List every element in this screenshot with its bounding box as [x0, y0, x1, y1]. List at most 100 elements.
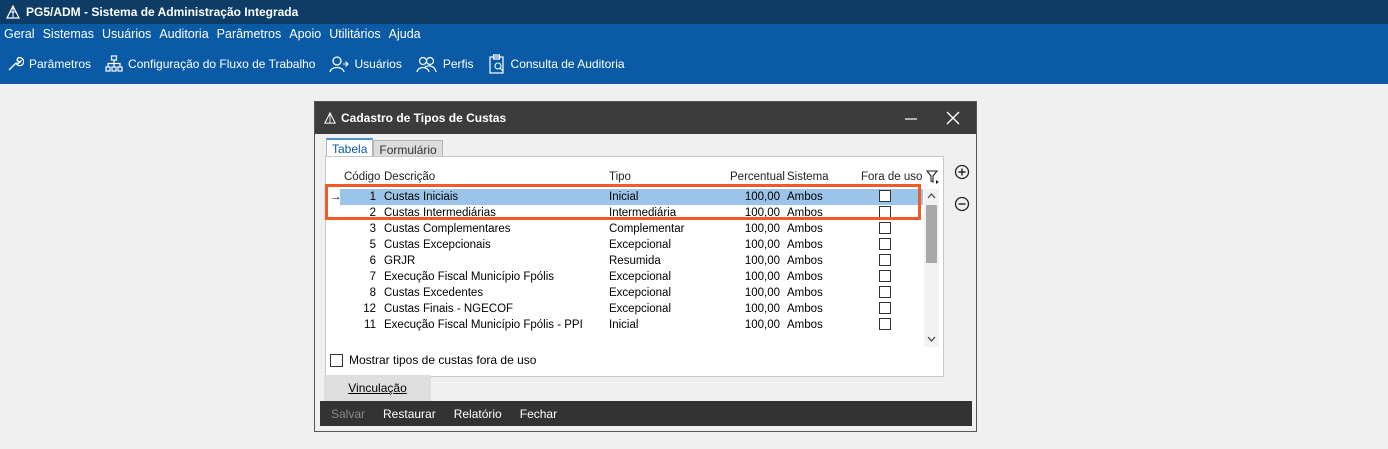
header-percentual[interactable]: Percentual: [730, 171, 785, 183]
restaurar-button[interactable]: Restaurar: [383, 407, 436, 421]
table-row[interactable]: 11 Execução Fiscal Município Fpólis - PPI…: [340, 317, 923, 333]
dialog-title: Cadastro de Tipos de Custas: [341, 111, 507, 125]
cell-percentual: 100,00: [744, 303, 780, 315]
cell-tipo: Inicial: [609, 319, 639, 331]
relatorio-button[interactable]: Relatório: [454, 407, 502, 421]
minimize-icon[interactable]: [904, 110, 918, 124]
scroll-down-icon[interactable]: [926, 334, 937, 344]
show-unused-label: Mostrar tipos de custas fora de uso: [349, 353, 537, 367]
cell-tipo: Resumida: [609, 255, 661, 267]
add-icon[interactable]: [954, 164, 970, 180]
cell-sistema: Ambos: [787, 303, 823, 315]
wrench-icon: [8, 56, 24, 71]
header-codigo[interactable]: Código: [344, 171, 380, 183]
fora-de-uso-checkbox[interactable]: [879, 222, 891, 234]
header-descricao[interactable]: Descrição: [384, 171, 435, 183]
cell-descricao: Custas Excedentes: [384, 287, 484, 299]
fora-de-uso-checkbox[interactable]: [879, 318, 891, 330]
fora-de-uso-checkbox[interactable]: [879, 206, 891, 218]
fechar-button[interactable]: Fechar: [520, 407, 557, 421]
table-row[interactable]: 2 Custas Intermediárias Intermediária 100,0…: [340, 205, 923, 221]
table-row[interactable]: 7 Execução Fiscal Município Fpólis Excepci…: [340, 269, 923, 285]
cell-percentual: 100,00: [744, 239, 780, 251]
header-tipo[interactable]: Tipo: [609, 171, 631, 183]
menu-usuarios[interactable]: Usuários: [98, 27, 155, 41]
cell-codigo: 7: [369, 271, 376, 283]
toolbar-perfis-label: Perfis: [442, 57, 474, 71]
table-row[interactable]: → 1 Custas Iniciais Inicial 100,00 Ambos: [330, 189, 923, 205]
fora-de-uso-checkbox[interactable]: [879, 286, 891, 298]
cell-codigo: 8: [369, 287, 376, 299]
menu-bar: Geral Sistemas Usuários Auditoria Parâme…: [0, 24, 1388, 44]
cadastro-tipos-custas-dialog: Cadastro de Tipos de Custas Tabela Formu…: [314, 101, 977, 432]
vertical-scrollbar[interactable]: [924, 189, 939, 347]
cell-percentual: 100,00: [744, 319, 780, 331]
cell-tipo: Excepcional: [609, 287, 672, 299]
table-row[interactable]: 12 Custas Finais - NGECOF Excepcional 100,0…: [340, 301, 923, 317]
fora-de-uso-checkbox[interactable]: [879, 270, 891, 282]
menu-sistemas[interactable]: Sistemas: [39, 27, 98, 41]
fora-de-uso-checkbox[interactable]: [879, 254, 891, 266]
cell-sistema: Ambos: [787, 319, 823, 331]
show-unused-box[interactable]: [330, 353, 343, 367]
remove-icon[interactable]: [954, 196, 970, 212]
scrollbar-thumb[interactable]: [926, 205, 937, 263]
cell-percentual: 100,00: [744, 207, 780, 219]
cell-descricao: Execução Fiscal Município Fpólis - PPI: [384, 319, 583, 331]
cell-descricao: GRJR: [384, 255, 416, 267]
cell-codigo: 3: [369, 223, 376, 235]
cell-sistema: Ambos: [787, 191, 823, 203]
cell-tipo: Intermediária: [609, 207, 677, 219]
salvar-button[interactable]: Salvar: [331, 407, 365, 421]
menu-utilitarios[interactable]: Utilitários: [325, 27, 384, 41]
menu-parametros[interactable]: Parâmetros: [213, 27, 286, 41]
table-row[interactable]: 6 GRJR Resumida 100,00 Ambos: [340, 253, 923, 269]
fora-de-uso-checkbox[interactable]: [879, 190, 891, 202]
app-logo-icon: [6, 5, 20, 19]
cell-percentual: 100,00: [744, 287, 780, 299]
table-row[interactable]: 8 Custas Excedentes Excepcional 100,00 Ambos: [340, 285, 923, 301]
cell-descricao: Custas Complementares: [384, 223, 511, 235]
fora-de-uso-checkbox[interactable]: [879, 238, 891, 250]
action-bar: Salvar Restaurar Relatório Fechar: [320, 401, 972, 426]
dialog-tabs: Tabela Formulário: [326, 138, 443, 158]
menu-apoio[interactable]: Apoio: [285, 27, 325, 41]
cell-percentual: 100,00: [744, 255, 780, 267]
filter-icon[interactable]: [926, 170, 940, 184]
cell-tipo: Complementar: [609, 223, 685, 235]
toolbar-parametros-button[interactable]: Parâmetros: [6, 55, 91, 73]
toolbar-usuarios-button[interactable]: Usuários: [329, 55, 402, 73]
cell-descricao: Execução Fiscal Município Fpólis: [384, 271, 555, 283]
cell-tipo: Excepcional: [609, 303, 672, 315]
cell-sistema: Ambos: [787, 223, 823, 235]
cell-codigo: 12: [363, 303, 376, 315]
toolbar-parametros-label: Parâmetros: [29, 57, 92, 71]
menu-ajuda[interactable]: Ajuda: [385, 27, 425, 41]
workflow-icon: [105, 55, 123, 72]
table-row[interactable]: 3 Custas Complementares Complementar 100,00…: [340, 221, 923, 237]
toolbar-fluxo-button[interactable]: Configuração do Fluxo de Trabalho: [105, 55, 315, 73]
show-unused-checkbox[interactable]: Mostrar tipos de custas fora de uso: [330, 353, 536, 367]
toolbar-perfis-button[interactable]: Perfis: [416, 55, 474, 73]
menu-geral[interactable]: Geral: [0, 27, 39, 41]
clipboard-icon: [488, 54, 504, 74]
toolbar-auditoria-label: Consulta de Auditoria: [510, 57, 625, 71]
scroll-up-icon[interactable]: [926, 191, 937, 201]
menu-auditoria[interactable]: Auditoria: [155, 27, 212, 41]
close-icon[interactable]: [945, 110, 961, 126]
tab-tabela[interactable]: Tabela: [326, 138, 374, 157]
users-icon: [416, 56, 437, 73]
vinculacao-label: Vinculação: [348, 381, 407, 395]
table-row[interactable]: 5 Custas Excepcionais Excepcional 100,00 Amb…: [340, 237, 923, 253]
cell-sistema: Ambos: [787, 287, 823, 299]
fora-de-uso-checkbox[interactable]: [879, 302, 891, 314]
cell-tipo: Excepcional: [609, 239, 672, 251]
table-rows: → 1 Custas Iniciais Inicial 100,00 Ambos 2 Cust…: [330, 189, 923, 333]
toolbar-auditoria-button[interactable]: Consulta de Auditoria: [488, 54, 625, 74]
cell-sistema: Ambos: [787, 255, 823, 267]
header-fora-de-uso[interactable]: Fora de uso: [861, 171, 922, 183]
app-title-bar: PG5/ADM - Sistema de Administração Integ…: [0, 0, 1388, 24]
dialog-title-bar[interactable]: Cadastro de Tipos de Custas: [315, 102, 976, 134]
header-sistema[interactable]: Sistema: [787, 171, 829, 183]
vinculacao-tab[interactable]: Vinculação: [324, 375, 431, 401]
